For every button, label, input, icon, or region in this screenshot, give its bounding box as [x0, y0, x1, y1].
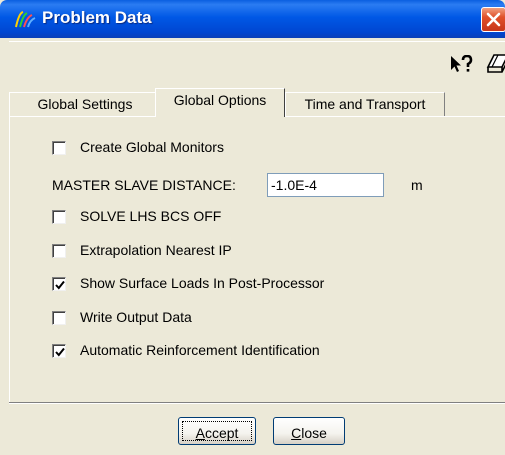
tab-global-settings[interactable]: Global Settings: [9, 92, 161, 116]
check-mark-icon: [55, 347, 65, 357]
title-bar[interactable]: Problem Data: [0, 0, 505, 38]
button-bar-divider: [9, 402, 505, 404]
tab-label: Time and Transport: [304, 96, 426, 112]
close-window-button[interactable]: [481, 7, 505, 32]
close-button[interactable]: Close: [273, 417, 345, 445]
window-title: Problem Data: [42, 8, 152, 27]
tab-global-options[interactable]: Global Options: [155, 88, 285, 117]
solve-lhs-bcs-off-checkbox[interactable]: [52, 210, 66, 224]
eraser-icon[interactable]: [486, 53, 505, 78]
master-slave-distance-input[interactable]: [267, 173, 384, 197]
tab-strip: Global Settings Global Options Time and …: [9, 88, 505, 117]
tab-label: Global Settings: [37, 96, 133, 112]
master-slave-distance-label: MASTER SLAVE DISTANCE:: [52, 177, 236, 193]
problem-data-dialog: Problem Data Global Settings Global Opti…: [0, 0, 505, 455]
check-mark-icon: [55, 280, 65, 290]
option-label: Create Global Monitors: [80, 139, 224, 155]
show-surface-loads-checkbox[interactable]: [52, 277, 66, 291]
accept-button[interactable]: Accept: [178, 417, 256, 445]
write-output-data-checkbox[interactable]: [52, 311, 66, 325]
global-options-panel: [9, 116, 505, 402]
option-label: Extrapolation Nearest IP: [80, 242, 232, 258]
tab-time-and-transport[interactable]: Time and Transport: [285, 92, 445, 116]
master-slave-distance-unit: m: [411, 177, 423, 193]
close-mnemonic: C: [291, 425, 302, 441]
app-logo-icon: [14, 9, 36, 29]
option-label: Automatic Reinforcement Identification: [80, 342, 320, 358]
option-label: Write Output Data: [80, 309, 192, 325]
tab-label: Global Options: [173, 92, 267, 108]
option-label: Show Surface Loads In Post-Processor: [80, 275, 325, 291]
extrapolation-nearest-ip-checkbox[interactable]: [52, 244, 66, 258]
whats-this-help-icon[interactable]: [449, 54, 475, 78]
close-label-rest: lose: [301, 425, 327, 441]
close-icon: [486, 12, 501, 27]
focus-ring: [182, 421, 252, 441]
auto-reinforcement-id-checkbox[interactable]: [52, 344, 66, 358]
create-global-monitors-checkbox[interactable]: [52, 141, 66, 155]
option-label: SOLVE LHS BCS OFF: [80, 208, 222, 224]
help-toolbar: [9, 41, 505, 81]
